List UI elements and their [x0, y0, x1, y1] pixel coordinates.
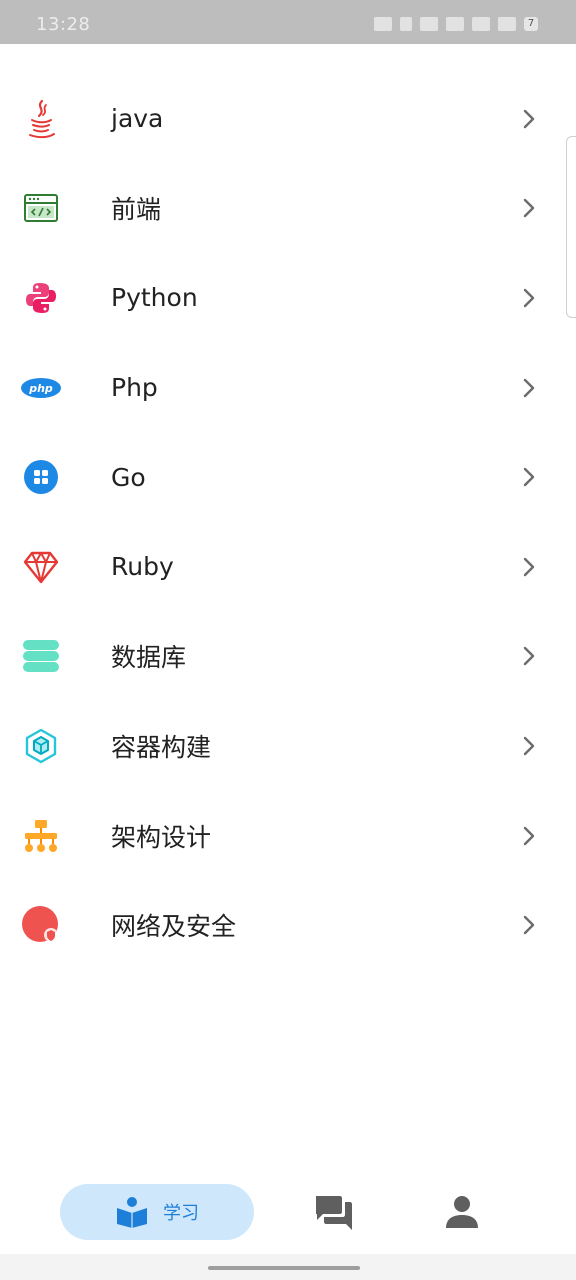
- home-bar[interactable]: [208, 1266, 360, 1270]
- category-row-frontend[interactable]: 前端: [0, 164, 576, 254]
- category-row-architecture[interactable]: 架构设计: [0, 791, 576, 881]
- bottom-navigation: 学习: [0, 1176, 576, 1250]
- chevron-right-icon: [523, 647, 535, 666]
- status-icons: 7: [374, 15, 538, 33]
- category-row-ruby[interactable]: Ruby: [0, 522, 576, 612]
- person-icon: [454, 1196, 470, 1212]
- notification-icon: [400, 17, 412, 31]
- app-screen: 13:28 7 java 前端 Python php Php Go Ruby 数…: [0, 0, 576, 1280]
- scrollbar[interactable]: [566, 136, 576, 318]
- network-security-icon: [20, 904, 62, 946]
- java-icon: [20, 98, 62, 140]
- category-label: Go: [111, 462, 146, 492]
- svg-text:php: php: [28, 382, 53, 395]
- category-row-java[interactable]: java: [0, 74, 576, 164]
- category-label: 前端: [111, 195, 162, 225]
- chevron-right-icon: [523, 467, 535, 487]
- category-row-python[interactable]: Python: [0, 253, 576, 343]
- book-reader-icon: [117, 1197, 147, 1228]
- category-label: 架构设计: [111, 822, 212, 852]
- nav-tab-profile[interactable]: [444, 1194, 480, 1230]
- chat-icon: [316, 1196, 342, 1220]
- nav-tab-messages[interactable]: [314, 1194, 354, 1232]
- category-label: Php: [111, 373, 158, 403]
- category-label: java: [111, 104, 164, 134]
- chevron-right-icon: [523, 109, 535, 128]
- wifi-icon: [420, 17, 438, 31]
- architecture-tree-icon: [20, 815, 62, 857]
- ruby-gem-icon: [20, 546, 62, 588]
- battery-badge: 7: [524, 17, 538, 31]
- category-list: java 前端 Python php Php Go Ruby 数据库 容器构建 …: [0, 74, 576, 970]
- signal-icon: [472, 17, 490, 31]
- signal-icon: [446, 17, 464, 31]
- home-indicator: [0, 1254, 576, 1280]
- chevron-right-icon: [523, 378, 535, 397]
- go-icon: [20, 456, 62, 498]
- category-label: 网络及安全: [111, 912, 237, 942]
- frontend-code-icon: [20, 187, 62, 229]
- container-cube-icon: [20, 725, 62, 767]
- notification-icon: [374, 17, 392, 31]
- chevron-right-icon: [523, 199, 535, 218]
- category-row-go[interactable]: Go: [0, 432, 576, 522]
- nav-tab-learn-label: 学习: [163, 1203, 199, 1224]
- category-row-database[interactable]: 数据库: [0, 612, 576, 702]
- chevron-right-icon: [523, 557, 535, 576]
- python-icon: [20, 277, 62, 319]
- chevron-right-icon: [523, 288, 535, 308]
- status-bar: 13:28 7: [0, 0, 576, 44]
- signal-icon: [498, 17, 516, 31]
- chevron-right-icon: [523, 736, 535, 756]
- category-row-container[interactable]: 容器构建: [0, 701, 576, 791]
- category-label: Python: [111, 283, 198, 313]
- category-label: 容器构建: [111, 732, 212, 762]
- database-icon: [20, 635, 62, 677]
- chevron-right-icon: [523, 915, 535, 935]
- chevron-right-icon: [523, 826, 535, 845]
- category-row-php[interactable]: php Php: [0, 343, 576, 433]
- category-row-network-security[interactable]: 网络及安全: [0, 880, 576, 970]
- status-time: 13:28: [36, 14, 91, 35]
- nav-tab-learn[interactable]: 学习: [60, 1184, 254, 1240]
- category-label: 数据库: [111, 643, 187, 673]
- php-icon: php: [20, 367, 62, 409]
- category-label: Ruby: [111, 552, 174, 582]
